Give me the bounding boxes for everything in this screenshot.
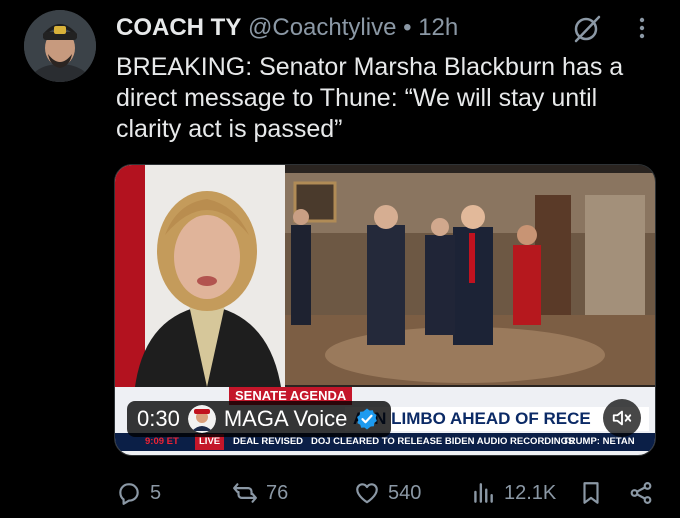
mute-button[interactable] [603, 399, 641, 437]
verified-badge-icon [357, 408, 378, 430]
repost-count: 76 [266, 481, 289, 504]
source-name[interactable]: MAGA Voice [224, 406, 348, 432]
bookmark-button[interactable] [578, 478, 604, 508]
views-chart-icon [474, 483, 493, 503]
source-avatar [187, 405, 216, 433]
views-button[interactable]: 12.1K [470, 478, 556, 508]
share-icon [630, 482, 652, 504]
separator-dot: • [403, 14, 412, 41]
more-options-icon[interactable] [632, 14, 652, 42]
share-button[interactable] [628, 478, 654, 508]
reply-count: 5 [150, 481, 162, 504]
video-duration: 0:30 [137, 406, 180, 431]
avatar-photo [24, 10, 96, 82]
action-bar: 5 76 540 12.1K [0, 478, 680, 508]
video-info-pill: 0:30 MAGA Voice [127, 401, 392, 437]
author-avatar[interactable] [24, 10, 96, 82]
speaker-muted-icon [612, 410, 632, 426]
like-count: 540 [388, 481, 422, 504]
post-time[interactable]: 12h [418, 14, 458, 41]
video-player[interactable]: SENATE AGENDA A IN LIMBO AHEAD OF RECE 9… [114, 164, 656, 456]
view-count: 12.1K [504, 481, 557, 504]
reply-button[interactable]: 5 [116, 478, 161, 508]
reply-icon [119, 483, 139, 505]
post-text: BREAKING: Senator Marsha Blackburn has a… [116, 53, 624, 143]
author-handle[interactable]: @Coachtylive [248, 14, 396, 41]
heart-icon [356, 483, 378, 504]
author-name[interactable]: COACH TY [116, 14, 241, 41]
repost-icon [233, 483, 257, 503]
post-header: COACH TY @Coachtylive • 12h [116, 14, 458, 42]
repost-button[interactable]: 76 [232, 478, 288, 508]
like-button[interactable]: 540 [354, 478, 421, 508]
bookmark-icon [583, 482, 599, 504]
grok-icon[interactable] [572, 14, 602, 44]
